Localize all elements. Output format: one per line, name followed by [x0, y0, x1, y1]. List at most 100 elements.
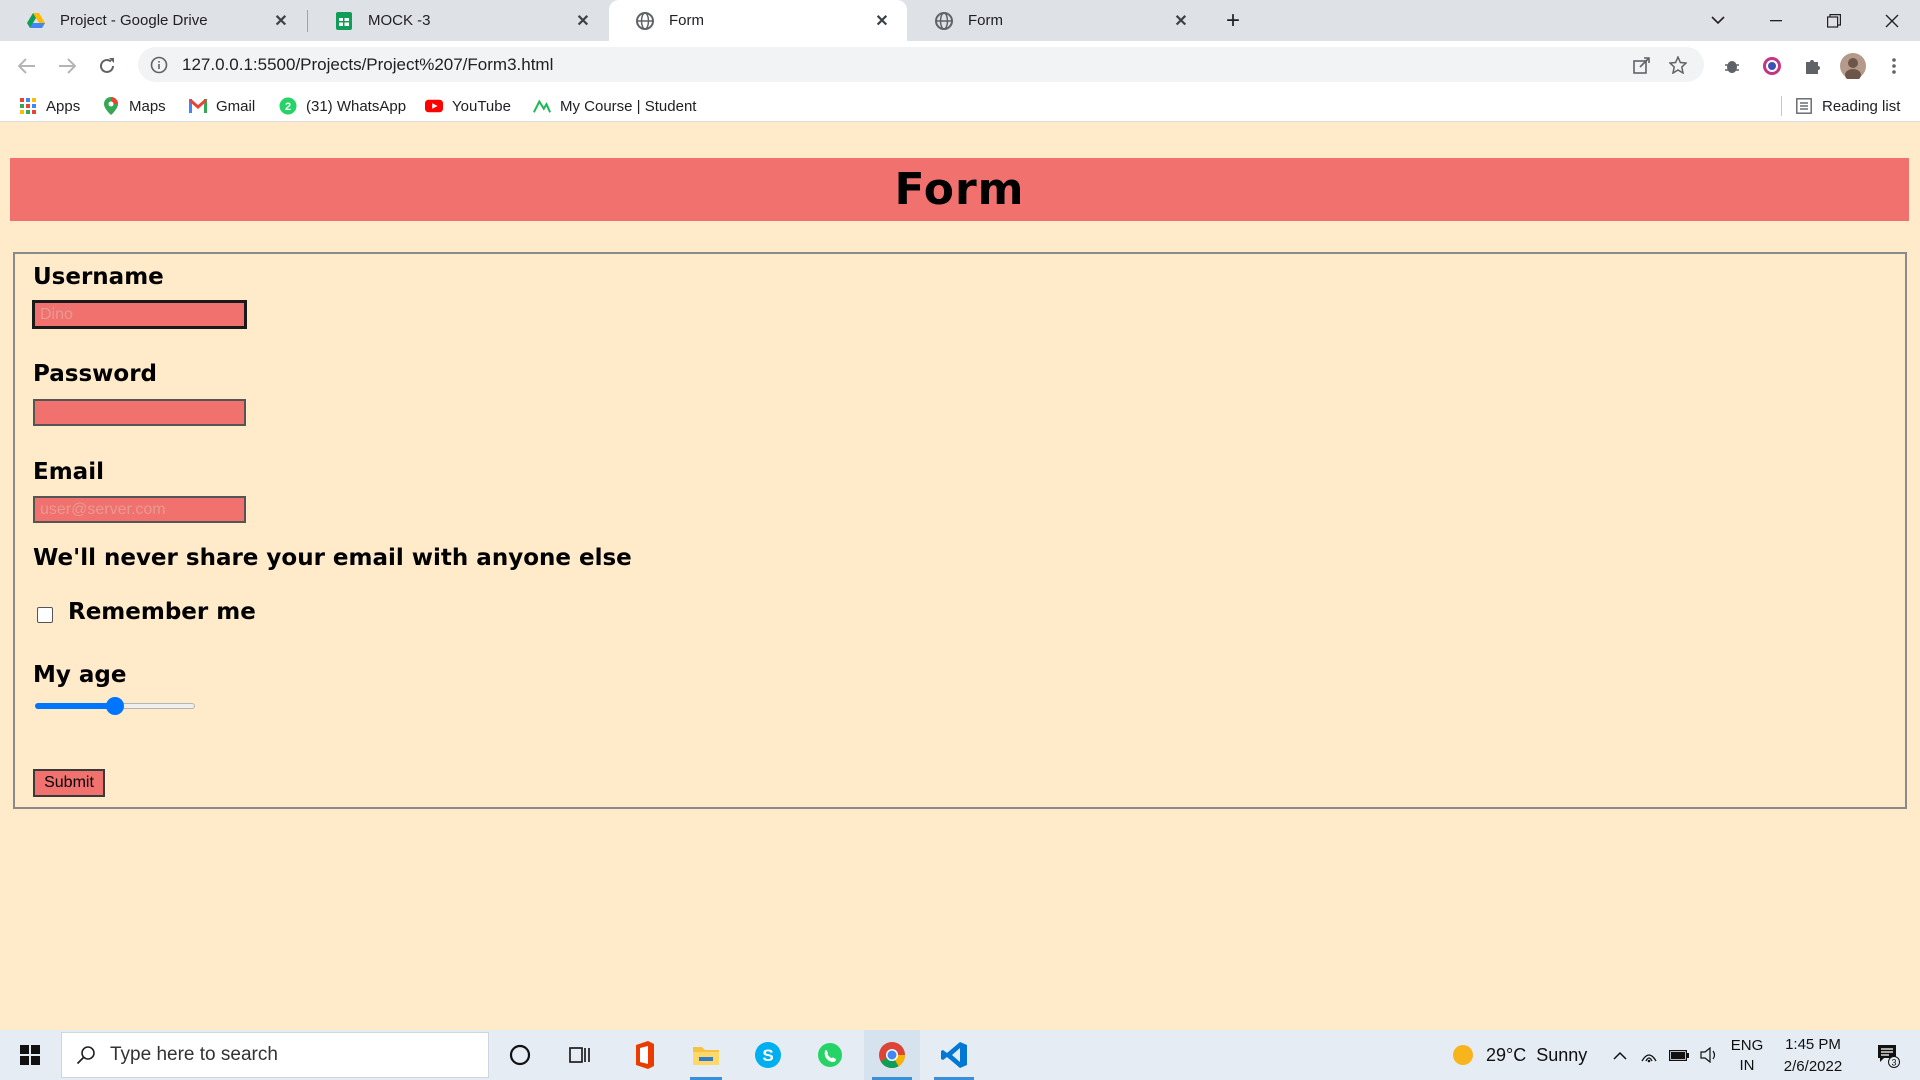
whatsapp-badge-icon: 2 [279, 97, 297, 115]
email-privacy-note: We'll never share your email with anyone… [33, 545, 632, 571]
google-drive-icon [26, 11, 46, 31]
reading-list-label: Reading list [1822, 97, 1901, 115]
slider-thumb[interactable] [106, 697, 124, 715]
svg-text:2: 2 [285, 101, 291, 113]
email-label: Email [33, 459, 104, 485]
tab-title: Form [968, 12, 1003, 29]
tab-mock-3[interactable]: MOCK -3 ✕ [308, 0, 608, 41]
email-input[interactable] [33, 496, 246, 523]
show-hidden-icons-chevron[interactable] [1607, 1030, 1633, 1080]
close-icon[interactable]: ✕ [268, 11, 294, 31]
password-label: Password [33, 361, 157, 387]
notification-count: 3 [1891, 1058, 1896, 1068]
bookmark-label: YouTube [452, 97, 511, 115]
apps-grid-icon [19, 97, 37, 115]
tab-search-icon[interactable] [1690, 0, 1746, 41]
windows-start-icon[interactable] [8, 1030, 52, 1080]
username-label: Username [33, 264, 164, 290]
color-picker-extension-icon[interactable] [1757, 51, 1787, 81]
tab-google-drive[interactable]: Project - Google Drive ✕ [0, 0, 306, 41]
bookmark-apps[interactable]: Apps [19, 90, 80, 122]
taskbar-search-box[interactable]: Type here to search [61, 1032, 489, 1078]
close-icon[interactable]: ✕ [1168, 11, 1194, 31]
window-close-button[interactable] [1864, 0, 1920, 41]
language-code: ENG [1730, 1037, 1764, 1054]
bookmark-separator [1781, 96, 1782, 116]
bookmark-whatsapp[interactable]: 2 (31) WhatsApp [279, 90, 406, 122]
close-icon[interactable]: ✕ [869, 11, 895, 31]
username-input[interactable] [33, 301, 246, 328]
page-title: Form [894, 164, 1025, 215]
clock[interactable]: 1:45 PM 2/6/2022 [1772, 1034, 1854, 1078]
file-explorer-icon[interactable] [682, 1030, 730, 1080]
extensions-puzzle-icon[interactable] [1797, 51, 1827, 81]
bookmark-label: Gmail [216, 97, 256, 115]
clock-date: 2/6/2022 [1783, 1058, 1843, 1075]
language-indicator[interactable]: ENG IN [1726, 1036, 1768, 1076]
reading-list-button[interactable]: Reading list [1795, 90, 1900, 122]
svg-text:S: S [762, 1046, 773, 1065]
windows-taskbar: Type here to search S 29°C Sunny ENG IN … [0, 1030, 1920, 1080]
vscode-icon[interactable] [926, 1030, 982, 1080]
tab-title: MOCK -3 [368, 12, 431, 29]
bookmark-gmail[interactable]: Gmail [189, 90, 255, 122]
notification-center-icon[interactable]: 3 [1866, 1030, 1910, 1080]
submit-button[interactable]: Submit [33, 769, 105, 797]
whatsapp-icon[interactable] [806, 1030, 854, 1080]
minimize-button[interactable] [1748, 0, 1804, 41]
tab-title: Project - Google Drive [60, 12, 208, 29]
site-info-icon[interactable] [150, 56, 168, 74]
browser-toolbar: 127.0.0.1:5500/Projects/Project%207/Form… [0, 41, 1920, 90]
new-tab-button[interactable]: + [1218, 6, 1248, 36]
tab-form-active[interactable]: Form ✕ [609, 0, 907, 41]
region-code: IN [1739, 1057, 1755, 1074]
youtube-icon [425, 97, 443, 115]
remember-me-label: Remember me [68, 599, 256, 625]
chrome-icon[interactable] [864, 1030, 920, 1080]
bookmarks-bar: Apps Maps Gmail 2 (31) WhatsApp YouTube … [0, 90, 1920, 122]
password-input[interactable] [33, 399, 246, 426]
sun-icon [1452, 1044, 1474, 1066]
page-content: Form Username Password Email We'll never… [0, 123, 1920, 1030]
restore-button[interactable] [1806, 0, 1862, 41]
bug-extension-icon[interactable] [1717, 51, 1747, 81]
battery-icon[interactable] [1665, 1030, 1693, 1080]
age-slider[interactable] [35, 696, 195, 716]
wifi-icon[interactable] [1636, 1030, 1662, 1080]
task-view-icon[interactable] [558, 1030, 602, 1080]
remember-me-checkbox[interactable] [37, 607, 53, 623]
volume-icon[interactable] [1696, 1030, 1722, 1080]
url-text[interactable]: 127.0.0.1:5500/Projects/Project%207/Form… [182, 55, 1624, 75]
back-arrow-icon[interactable] [12, 51, 42, 81]
weather-widget[interactable]: 29°C Sunny [1452, 1030, 1598, 1080]
forward-arrow-icon[interactable] [52, 51, 82, 81]
tab-form[interactable]: Form ✕ [908, 0, 1206, 41]
maps-pin-icon [102, 97, 120, 115]
form-fieldset: Username Password Email We'll never shar… [13, 252, 1907, 809]
tab-title: Form [669, 12, 704, 29]
bookmark-my-course[interactable]: My Course | Student [533, 90, 696, 122]
kebab-menu-icon[interactable] [1879, 51, 1909, 81]
skype-icon[interactable]: S [744, 1030, 792, 1080]
course-icon [533, 97, 551, 115]
close-icon[interactable]: ✕ [570, 11, 596, 31]
weather-text: 29°C Sunny [1486, 1044, 1588, 1065]
page-header: Form [10, 158, 1909, 221]
cortana-icon[interactable] [498, 1030, 542, 1080]
age-label: My age [33, 662, 127, 688]
share-icon[interactable] [1624, 50, 1660, 80]
reload-icon[interactable] [92, 51, 122, 81]
bookmark-label: (31) WhatsApp [306, 97, 407, 115]
clock-time: 1:45 PM [1785, 1036, 1841, 1053]
bookmark-star-icon[interactable] [1660, 50, 1696, 80]
address-bar[interactable]: 127.0.0.1:5500/Projects/Project%207/Form… [138, 47, 1704, 82]
profile-avatar[interactable] [1838, 51, 1868, 81]
office-icon[interactable] [620, 1030, 668, 1080]
bookmark-maps[interactable]: Maps [102, 90, 166, 122]
bookmark-label: Maps [129, 97, 166, 115]
tab-strip: Project - Google Drive ✕ MOCK -3 ✕ Form … [0, 0, 1920, 41]
search-placeholder: Type here to search [110, 1044, 278, 1065]
bookmark-youtube[interactable]: YouTube [425, 90, 511, 122]
search-icon [76, 1045, 96, 1065]
slider-fill [35, 703, 115, 709]
